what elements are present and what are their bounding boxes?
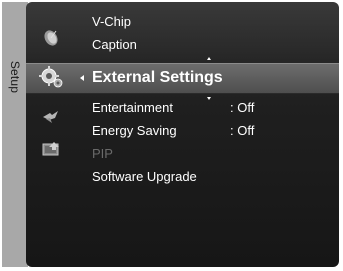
satellite-dish-icon[interactable]: [40, 26, 62, 48]
menu-item-pip: PIP: [92, 146, 113, 161]
left-arrow-icon[interactable]: [80, 75, 84, 81]
menu-item-energy-saving[interactable]: Energy Saving: [92, 123, 177, 139]
setup-tab[interactable]: Setup: [2, 2, 28, 267]
scroll-up-icon: [207, 57, 211, 60]
energy-saving-value: : Off: [230, 123, 255, 138]
osd-frame: Setup V-Chip Caption External Settings E…: [0, 0, 343, 271]
settings-panel: V-Chip Caption External Settings Enterta…: [26, 2, 339, 267]
menu-item-external-settings[interactable]: External Settings: [92, 69, 223, 87]
entertainment-value: : Off: [230, 100, 255, 115]
input-source-icon[interactable]: [40, 138, 62, 160]
menu-item-caption[interactable]: Caption: [92, 37, 137, 53]
setup-tab-label: Setup: [8, 60, 23, 94]
menu-item-software-upgrade[interactable]: Software Upgrade: [92, 169, 197, 185]
category-icon-column: [26, 2, 74, 267]
menu-item-v-chip[interactable]: V-Chip: [92, 14, 131, 30]
gear-setup-icon[interactable]: [38, 64, 64, 90]
sound-speaker-icon[interactable]: [40, 105, 62, 127]
menu-item-entertainment[interactable]: Entertainment: [92, 100, 173, 116]
scroll-down-icon: [207, 97, 211, 100]
